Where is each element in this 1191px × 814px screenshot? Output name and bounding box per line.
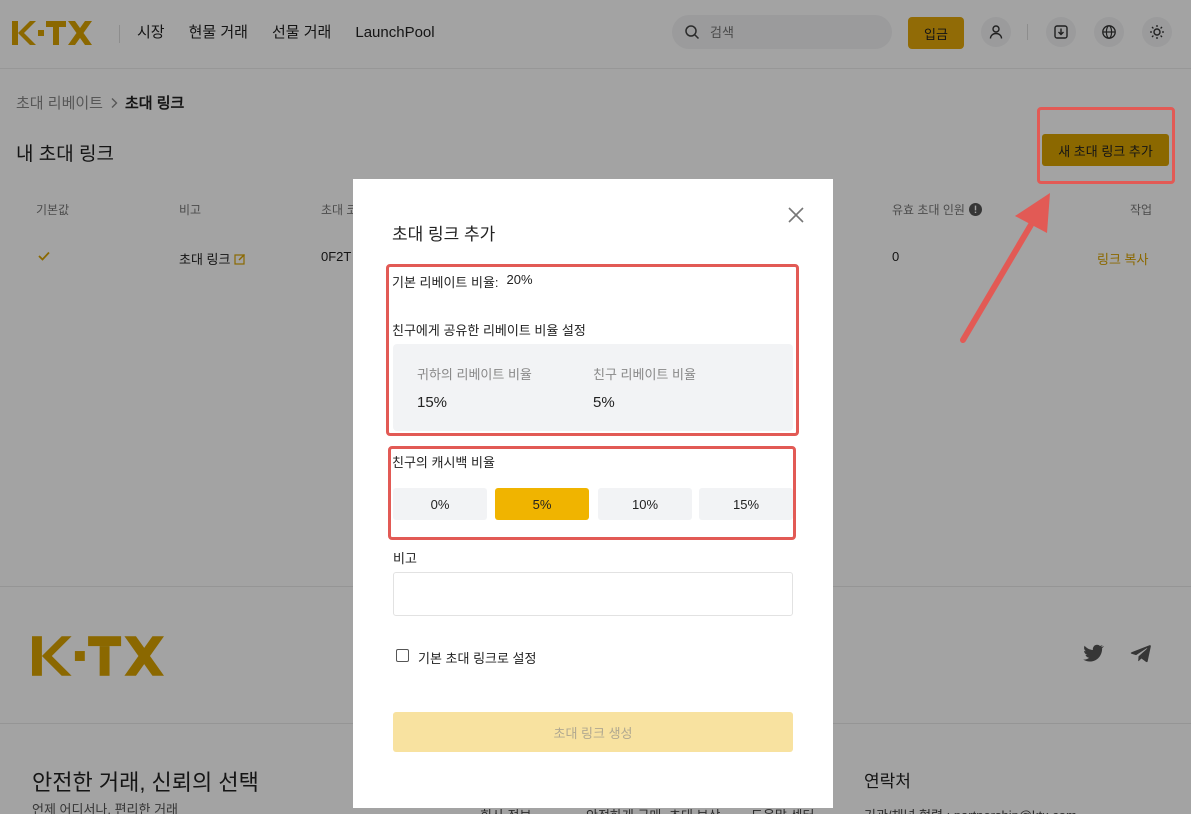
modal-title: 초대 링크 추가	[392, 225, 496, 244]
default-link-checkbox-label[interactable]: 기본 초대 링크로 설정	[418, 648, 536, 667]
default-link-checkbox[interactable]	[396, 649, 409, 662]
note-label: 비고	[393, 551, 417, 566]
create-invite-link-button[interactable]: 초대 링크 생성	[393, 712, 793, 752]
annotation-highlight-box	[1037, 107, 1175, 184]
annotation-rate-box	[386, 264, 799, 436]
add-invite-link-modal: 초대 링크 추가 기본 리베이트 비율: 20% 친구에게 공유한 리베이트 비…	[353, 179, 833, 808]
annotation-arrow	[960, 193, 1050, 343]
annotation-cashback-box	[388, 446, 796, 540]
close-icon[interactable]	[786, 205, 806, 225]
note-input[interactable]	[393, 572, 793, 616]
